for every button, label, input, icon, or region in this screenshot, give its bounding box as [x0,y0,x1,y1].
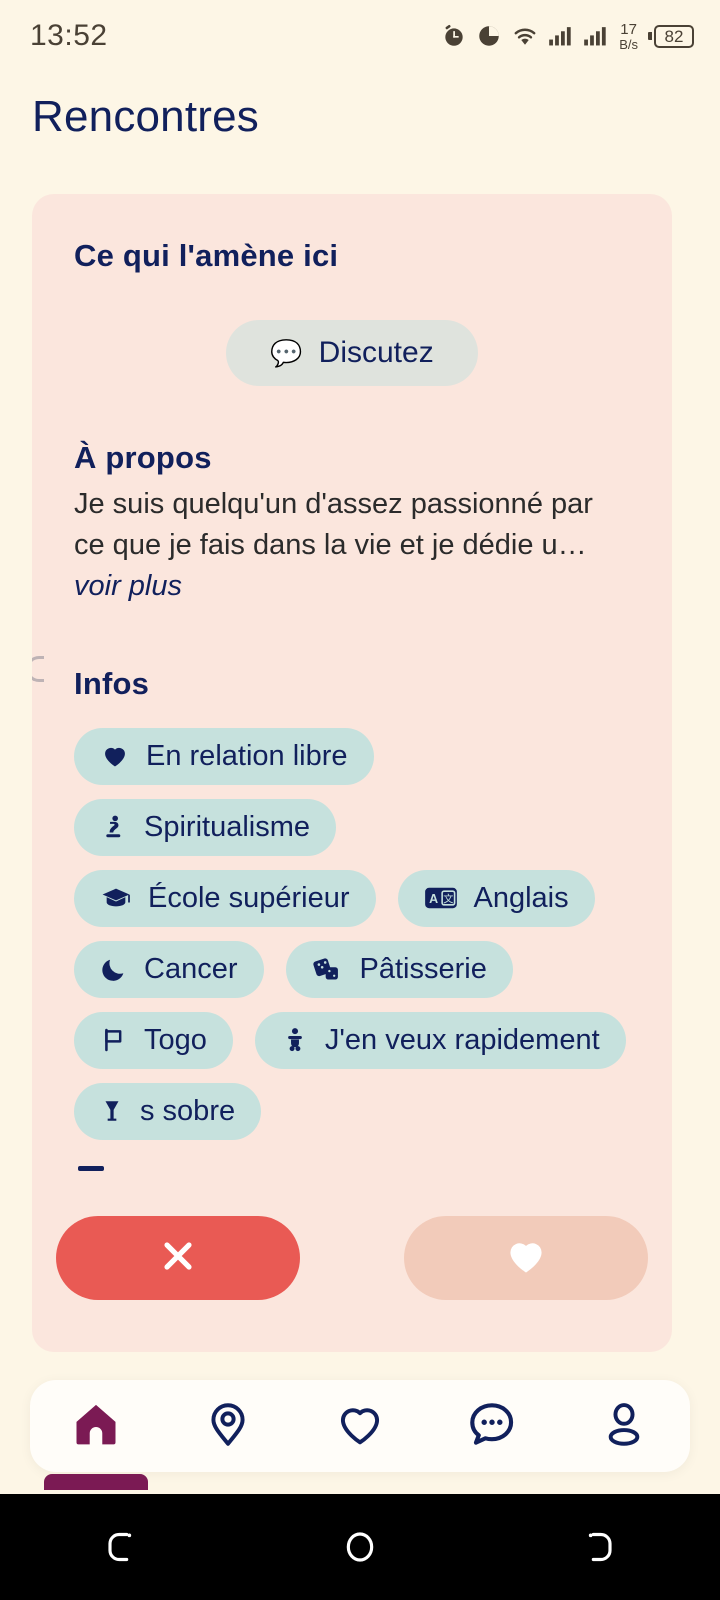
status-icons: 17 B/s 82 [441,22,694,51]
info-chip-label: En relation libre [146,739,348,772]
recents-key[interactable] [540,1517,660,1577]
home-icon [70,1398,122,1455]
info-chip-label: J'en veux rapidement [324,1023,600,1056]
profile-card-content: Ce qui l'amène ici 💬 Discutez À propos J… [32,194,672,1171]
wifi-icon [511,24,539,48]
info-chip-label: Cancer [144,952,238,985]
heart-icon [100,742,130,770]
dice-icon [312,955,344,983]
network-speed-unit: B/s [619,36,638,52]
svg-text:文: 文 [443,892,453,905]
page-title: Rencontres [32,92,260,141]
graduation-cap-icon [100,884,132,912]
info-chip-label: s sobre [140,1094,236,1127]
flag-icon [100,1026,128,1054]
sidebar-item-home[interactable] [44,1380,148,1490]
alarm-icon [441,23,467,49]
baby-icon [281,1026,309,1054]
bottom-navigation [30,1380,690,1490]
pie-chart-icon [476,23,502,49]
info-chip-language[interactable]: A文 Anglais [397,869,595,927]
intent-chip-row: 💬 Discutez [74,320,630,386]
info-chip-drinking[interactable]: s sobre [74,1082,262,1140]
close-icon [156,1234,200,1283]
heart-outline-icon [335,1399,385,1454]
home-key[interactable] [300,1517,420,1577]
translate-icon: A文 [424,884,458,912]
person-icon [599,1399,649,1454]
android-navigation-bar [0,1494,720,1600]
signal-bars-icon [548,25,574,47]
info-chip-hobby[interactable]: Pâtisserie [285,940,513,998]
info-chip-zodiac[interactable]: Cancer [74,940,264,998]
network-speed-value: 17 [620,20,637,38]
crescent-moon-icon [100,955,128,983]
infos-chip-list: En relation libre Spiritualisme École su… [74,727,630,1140]
back-key[interactable] [60,1517,180,1577]
praying-person-icon [100,813,128,841]
glass-icon [100,1098,124,1124]
info-chip-children[interactable]: J'en veux rapidement [254,1011,626,1069]
svg-text:A: A [429,892,438,906]
sidebar-item-likes[interactable] [314,1380,406,1472]
app-root: 13:52 17 B/s 82 Rencontres Ce qui l'amèn… [0,0,720,1600]
about-text-wrap: Je suis quelqu'un d'assez passionné par … [74,484,630,608]
pass-button[interactable] [56,1216,300,1300]
sidebar-item-explore[interactable] [182,1380,274,1472]
info-chip-education[interactable]: École supérieur [74,869,376,927]
infos-section: Infos En relation libre Spiritualisme Éc… [74,666,630,1140]
status-bar: 13:52 17 B/s 82 [0,0,720,72]
about-section: À propos Je suis quelqu'un d'assez passi… [74,440,630,608]
info-chip-label: Spiritualisme [144,810,310,843]
info-chip-label: Pâtisserie [359,952,487,985]
sidebar-item-profile[interactable] [578,1380,670,1472]
see-more-link[interactable]: voir plus [74,570,182,602]
like-button[interactable] [404,1216,648,1300]
status-time: 13:52 [30,19,108,52]
info-chip-label: Togo [144,1023,207,1056]
info-chip-relationship[interactable]: En relation libre [74,727,374,785]
profile-card: Ce qui l'amène ici 💬 Discutez À propos J… [32,194,672,1352]
scroll-edge-artifact [32,656,44,682]
intent-chip-discutez[interactable]: 💬 Discutez [226,320,478,386]
info-chip-label: École supérieur [148,881,350,914]
location-pin-icon [203,1399,253,1454]
info-chip-country[interactable]: Togo [74,1011,233,1069]
about-heading: À propos [74,440,212,475]
speech-bubble-icon: 💬 [270,338,303,368]
network-speed: 17 B/s [619,22,638,51]
infos-heading: Infos [74,665,150,701]
info-chip-label: Anglais [473,881,569,914]
heart-icon [503,1234,549,1283]
truncated-content-indicator [78,1165,104,1171]
battery-icon: 82 [648,24,694,48]
battery-level: 82 [654,24,694,48]
sidebar-item-messages[interactable] [446,1380,538,1472]
signal-bars-icon [583,25,609,47]
about-text: Je suis quelqu'un d'assez passionné par … [74,488,593,562]
active-tab-indicator [44,1474,148,1490]
info-chip-religion[interactable]: Spiritualisme [74,798,336,856]
chat-bubble-icon [466,1398,518,1455]
intent-chip-label: Discutez [318,336,434,369]
intent-heading: Ce qui l'amène ici [74,238,339,273]
battery-tip [648,32,652,40]
